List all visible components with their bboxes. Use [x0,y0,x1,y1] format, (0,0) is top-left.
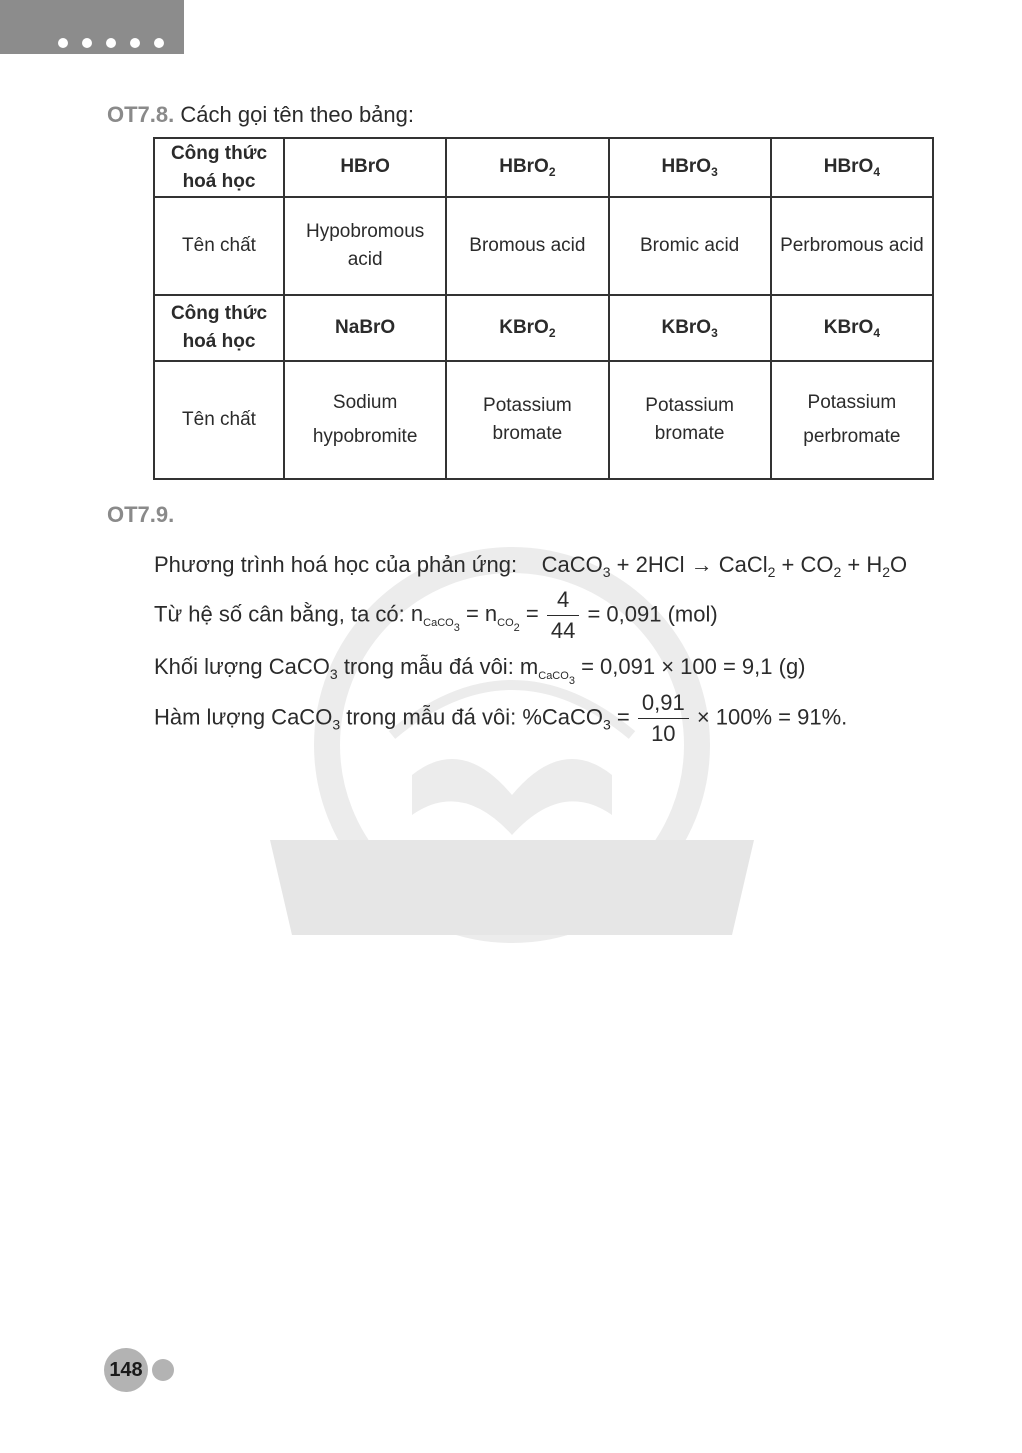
header-dot [82,38,92,48]
formula-cell: NaBrO [282,294,448,362]
formula-cell: HBrO2 [445,137,610,198]
fraction: 4 44 [546,587,580,644]
formula-cell: HBrO [282,137,448,198]
formula-cell: HBrO4 [769,137,935,198]
solution-line-equation: Phương trình hoá học của phản ứng: CaCO3… [154,552,908,580]
header-tab [0,0,184,54]
table-row: Công thức hoá học HBrO HBrO2 HBrO3 HBrO4 [153,137,935,198]
table-label-name: Tên chất [153,196,285,296]
page-number: 148 [104,1348,148,1392]
fraction: 0,91 10 [637,690,689,747]
solution-line-moles: Từ hệ số cân bằng, ta có: nCaCO3 = nCO2 … [154,587,718,644]
table-label-formula: Công thức hoá học [153,137,285,198]
header-dots [58,38,164,48]
header-dot [154,38,164,48]
table-label-formula: Công thức hoá học [153,294,285,362]
name-cell: Bromous acid [445,196,610,296]
exercise-code: OT7.9. [107,502,175,527]
header-dot [106,38,116,48]
name-cell: Potassium perbromate [769,360,935,480]
reaction-equation: CaCO3 + 2HCl → CaCl2 + CO2 + H2O [541,552,908,580]
exercise-intro: Cách gọi tên theo bảng: [180,102,414,127]
exercise-code: OT7.8. [107,102,175,127]
solution-line-percentage: Hàm lượng CaCO3 trong mẫu đá vôi: %CaCO3… [154,690,848,747]
name-cell: Potassium bromate [445,360,610,480]
table-row: Tên chất Sodium hypobromite Potassium br… [153,360,935,480]
table-label-name: Tên chất [153,360,285,480]
name-cell: Potassium bromate [607,360,772,480]
name-cell: Bromic acid [607,196,772,296]
mass-symbol: mCaCO3 [519,654,575,687]
formula-cell: KBrO4 [769,294,935,362]
bromine-acid-naming-table: Công thức hoá học HBrO HBrO2 HBrO3 HBrO4… [153,137,935,480]
header-dot [130,38,140,48]
page-number-decoration [152,1359,174,1381]
header-dot [58,38,68,48]
exercise-ot78-heading: OT7.8. Cách gọi tên theo bảng: [107,102,414,128]
exercise-ot79-heading: OT7.9. [107,502,174,528]
solution-line-mass: Khối lượng CaCO3 trong mẫu đá vôi: mCaCO… [154,654,806,687]
name-cell: Sodium hypobromite [282,360,448,480]
moles-equality: nCaCO3 = nCO2 = [410,601,539,635]
table-row: Công thức hoá học NaBrO KBrO2 KBrO3 KBrO… [153,294,935,362]
formula-cell: KBrO2 [445,294,610,362]
formula-cell: HBrO3 [607,137,772,198]
table-row: Tên chất Hypobromous acid Bromous acid B… [153,196,935,296]
name-cell: Perbromous acid [769,196,935,296]
formula-cell: KBrO3 [607,294,772,362]
name-cell: Hypobromous acid [282,196,448,296]
